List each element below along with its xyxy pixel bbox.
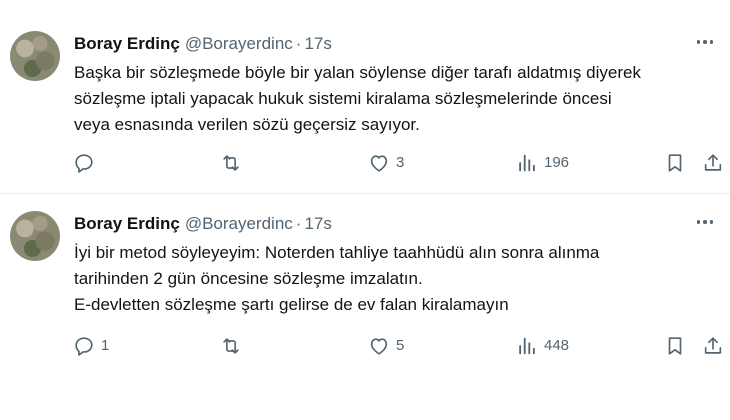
tweet-header: Boray Erdinç @Borayerdinc · 17s [74,34,332,54]
separator-dot: · [295,34,302,53]
reply-count: 1 [101,337,110,354]
tweet-text: Başka bir sözleşmede böyle bir yalan söy… [74,60,714,138]
share-button[interactable] [702,152,724,174]
bookmark-icon [668,154,682,172]
like-button[interactable]: 3 [368,152,404,174]
reply-button[interactable]: 1 [73,335,109,357]
tweet-text-line: sözleşme iptali yapacak hukuk sistemi ki… [74,89,612,108]
timestamp[interactable]: 17s [304,214,331,233]
retweet-icon [223,338,239,354]
timestamp[interactable]: 17s [304,34,331,53]
separator-dot: · [295,214,302,233]
author-name[interactable]: Boray Erdinç [74,214,180,233]
tweet-text-line: Başka bir sözleşmede böyle bir yalan söy… [74,63,641,82]
bookmark-button[interactable] [664,152,686,174]
author-handle[interactable]: @Borayerdinc [185,214,293,233]
tweet-text-line: veya esnasında verilen sözü geçersiz say… [74,115,420,134]
retweet-icon [223,155,239,171]
tweet-actions: 1 5 448 [0,335,730,359]
author-name[interactable]: Boray Erdinç [74,34,180,53]
more-icon[interactable] [694,214,716,230]
like-count: 3 [396,154,405,171]
reply-icon [75,154,93,173]
reply-button[interactable] [73,152,101,174]
divider [0,193,730,194]
bookmark-icon [668,337,682,355]
retweet-button[interactable] [220,152,248,174]
tweet-header: Boray Erdinç @Borayerdinc · 17s [74,214,332,234]
share-icon [704,337,722,354]
views-icon [519,337,535,355]
tweet-text: İyi bir metod söyleyeyim: Noterden tahli… [74,240,714,318]
reply-icon [75,337,93,356]
views-count: 196 [544,154,570,171]
tweet-text-line: E-devletten sözleşme şartı gelirse de ev… [74,295,509,314]
avatar[interactable] [10,31,60,81]
views-count: 448 [544,337,570,354]
like-button[interactable]: 5 [368,335,404,357]
avatar[interactable] [10,211,60,261]
bookmark-button[interactable] [664,335,686,357]
like-icon [370,338,388,355]
tweet-text-line: tarihinden 2 gün öncesine sözleşme imzal… [74,269,423,288]
views-button[interactable]: 196 [516,152,569,174]
tweet-feed: Boray Erdinç @Borayerdinc · 17s Başka bir s… [0,0,730,420]
author-handle[interactable]: @Borayerdinc [185,34,293,53]
like-count: 5 [396,337,405,354]
tweet-text-line: İyi bir metod söyleyeyim: Noterden tahli… [74,243,600,262]
views-button[interactable]: 448 [516,335,569,357]
share-button[interactable] [702,335,724,357]
share-icon [704,154,722,171]
more-icon[interactable] [694,34,716,50]
like-icon [370,155,388,172]
retweet-button[interactable] [220,335,248,357]
views-icon [519,154,535,172]
tweet-actions: 3 196 [0,152,730,176]
